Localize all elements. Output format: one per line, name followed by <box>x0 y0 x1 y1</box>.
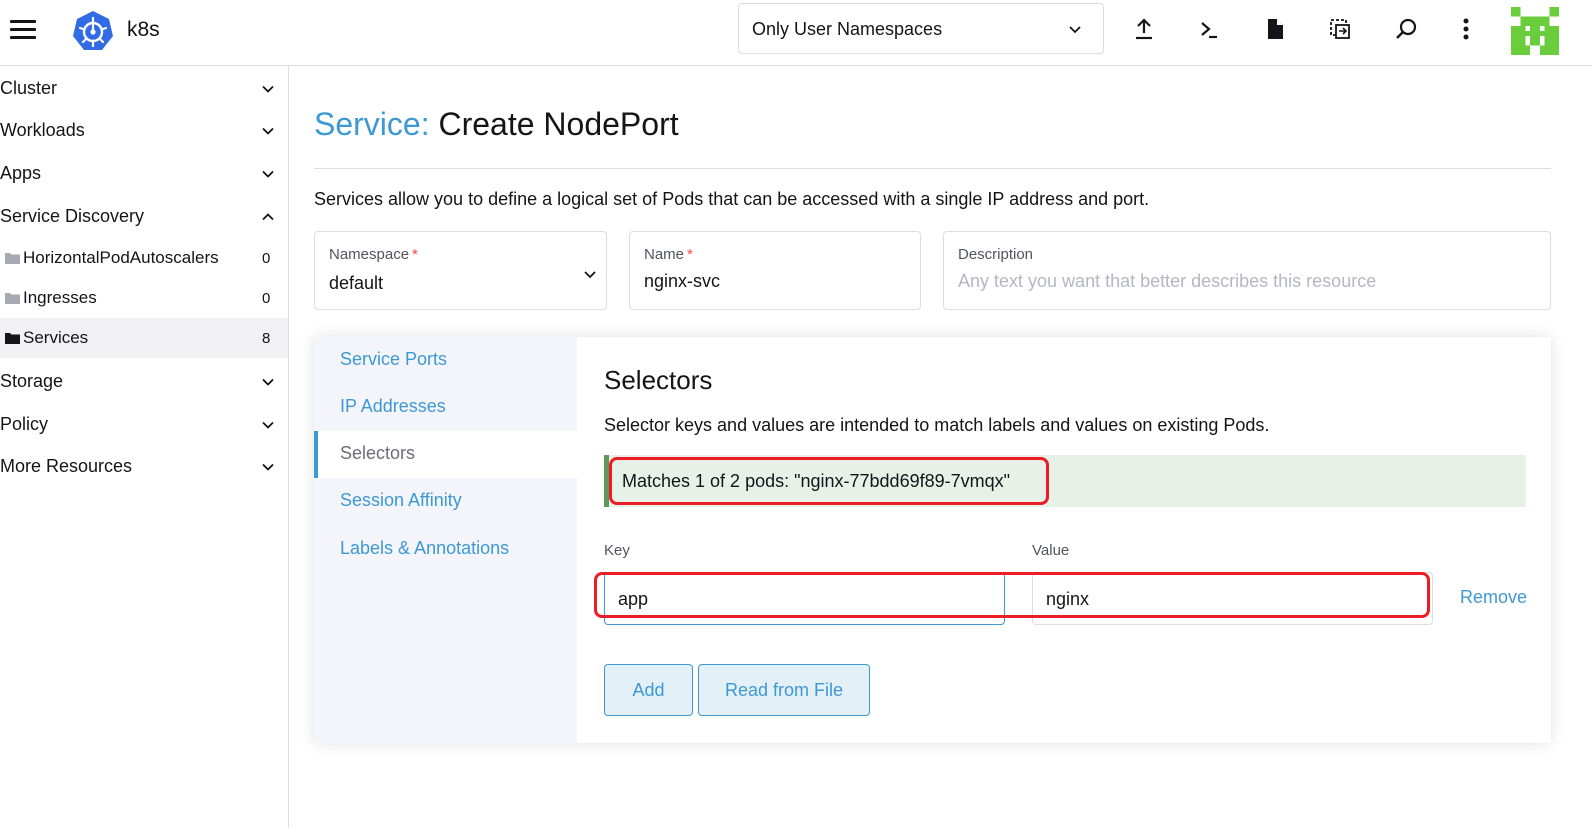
selector-value-input[interactable]: nginx <box>1032 572 1433 625</box>
sidebar-item-label: Ingresses <box>23 288 97 307</box>
sidebar-item-ingresses[interactable]: Ingresses 0 <box>0 278 288 318</box>
more-vertical-icon[interactable] <box>1452 15 1480 43</box>
remove-selector-button[interactable]: Remove <box>1460 587 1527 608</box>
chevron-down-icon <box>262 85 274 93</box>
chevron-down-icon <box>262 127 274 135</box>
upload-icon[interactable] <box>1130 15 1158 43</box>
selector-key-input[interactable]: app <box>604 572 1005 625</box>
add-selector-button[interactable]: Add <box>604 664 693 716</box>
chevron-down-icon <box>262 463 274 471</box>
tab-service-ports[interactable]: Service Ports <box>314 337 577 384</box>
chevron-down-icon <box>584 271 596 279</box>
title-divider <box>314 168 1551 169</box>
copy-config-icon[interactable] <box>1326 15 1354 43</box>
nav-group-label: Workloads <box>0 120 85 140</box>
namespace-label: Namespace * <box>329 246 418 263</box>
sidebar-item-count: 0 <box>262 290 271 307</box>
hamburger-menu-icon[interactable] <box>10 19 36 41</box>
key-label: Key <box>604 542 630 559</box>
name-label: Name * <box>644 246 693 263</box>
chevron-down-icon <box>262 378 274 386</box>
name-value: nginx-svc <box>644 271 721 291</box>
namespace-filter-select[interactable]: Only User Namespaces <box>738 3 1104 54</box>
tab-list: Service Ports IP Addresses Selectors Ses… <box>314 337 577 743</box>
side-nav: Cluster Workloads Apps Service Discovery… <box>0 66 289 828</box>
chevron-down-icon <box>1069 26 1081 34</box>
resource-type-link[interactable]: Service: <box>314 106 430 142</box>
folder-icon <box>5 253 20 264</box>
match-banner: Matches 1 of 2 pods: "nginx-77bdd69f89-7… <box>604 455 1526 507</box>
selector-key-value: app <box>618 589 649 609</box>
nav-group-label: More Resources <box>0 456 133 476</box>
chevron-down-icon <box>262 170 274 178</box>
read-from-file-button[interactable]: Read from File <box>698 664 870 716</box>
tab-selectors[interactable]: Selectors <box>314 431 577 478</box>
nav-group-apps[interactable]: Apps <box>0 153 288 193</box>
sidebar-item-count: 0 <box>262 250 271 267</box>
tab-labels-annotations[interactable]: Labels & Annotations <box>314 526 577 573</box>
tab-session-affinity[interactable]: Session Affinity <box>314 478 577 525</box>
description-field[interactable]: Description Any text you want that bette… <box>943 231 1551 310</box>
user-avatar[interactable] <box>1510 7 1560 55</box>
chevron-down-icon <box>262 421 274 429</box>
page-title: Service: Create NodePort <box>314 106 679 143</box>
kubernetes-logo-icon <box>73 11 113 50</box>
terminal-icon[interactable] <box>1195 15 1223 43</box>
nav-group-cluster[interactable]: Cluster <box>0 68 288 108</box>
top-header: k8s Only User Namespaces <box>0 0 1592 66</box>
tab-ip-addresses[interactable]: IP Addresses <box>314 384 577 431</box>
nav-group-label: Cluster <box>0 78 58 98</box>
namespace-value: default <box>329 273 384 293</box>
chevron-up-icon <box>262 213 274 221</box>
description-placeholder: Any text you want that better describes … <box>958 271 1377 291</box>
nav-group-more-resources[interactable]: More Resources <box>0 446 288 486</box>
name-field[interactable]: Name * nginx-svc <box>629 231 921 310</box>
folder-open-icon <box>5 333 20 344</box>
page-description: Services allow you to define a logical s… <box>314 189 1150 209</box>
nav-group-storage[interactable]: Storage <box>0 361 288 401</box>
sidebar-item-horizontalpodautoscalers[interactable]: HorizontalPodAutoscalers 0 <box>0 238 288 278</box>
sidebar-item-count: 8 <box>262 330 271 347</box>
nav-group-label: Apps <box>0 163 42 183</box>
sidebar-item-label: HorizontalPodAutoscalers <box>23 248 219 267</box>
nav-group-policy[interactable]: Policy <box>0 404 288 444</box>
namespace-filter-value: Only User Namespaces <box>752 19 943 39</box>
nav-group-workloads[interactable]: Workloads <box>0 110 288 150</box>
selector-value-value: nginx <box>1046 589 1090 609</box>
description-label: Description <box>958 246 1034 263</box>
folder-icon <box>5 293 20 304</box>
cluster-name[interactable]: k8s <box>127 18 160 42</box>
sidebar-item-label: Services <box>23 328 89 347</box>
match-banner-text: Matches 1 of 2 pods: "nginx-77bdd69f89-7… <box>622 471 1011 491</box>
search-icon[interactable] <box>1392 15 1420 43</box>
value-label: Value <box>1032 542 1070 559</box>
sidebar-item-services[interactable]: Services 8 <box>0 318 288 358</box>
selectors-title: Selectors <box>604 365 713 395</box>
nav-group-service-discovery[interactable]: Service Discovery <box>0 196 288 236</box>
selectors-description: Selector keys and values are intended to… <box>604 415 1270 435</box>
file-icon[interactable] <box>1261 15 1289 43</box>
nav-group-label: Storage <box>0 371 64 391</box>
tabbed-panel: Service Ports IP Addresses Selectors Ses… <box>314 337 1551 743</box>
nav-group-label: Policy <box>0 414 49 434</box>
nav-group-label: Service Discovery <box>0 206 145 226</box>
namespace-select[interactable]: Namespace * default <box>314 231 607 310</box>
page-title-text: Create NodePort <box>438 106 679 142</box>
